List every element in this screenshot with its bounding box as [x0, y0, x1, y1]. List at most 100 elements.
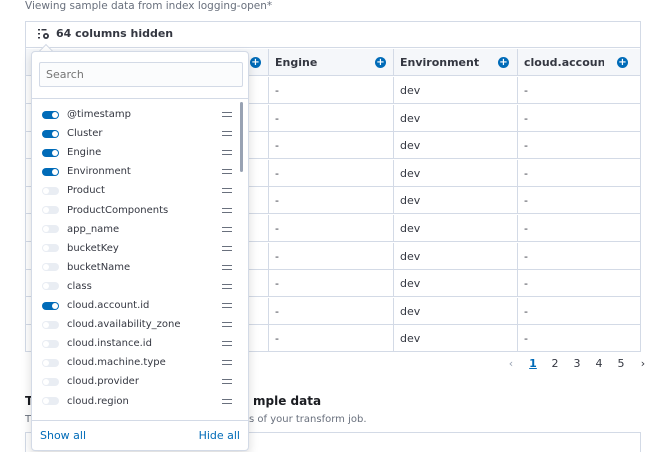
column-toggle-item[interactable]: @timestamp: [42, 105, 232, 124]
column-visibility-switch[interactable]: [42, 320, 59, 329]
table-cell[interactable]: -: [269, 242, 394, 270]
column-toggle-item[interactable]: cloud.availability_zone: [42, 315, 232, 334]
chevron-left-icon[interactable]: ‹: [500, 357, 522, 370]
table-cell[interactable]: dev: [394, 297, 518, 325]
page-link-5[interactable]: 5: [610, 357, 632, 370]
column-visibility-switch[interactable]: [42, 148, 59, 157]
column-toggle-item[interactable]: Product: [42, 181, 232, 200]
table-cell[interactable]: dev: [394, 77, 518, 104]
drag-handle-icon[interactable]: [222, 283, 232, 289]
drag-handle-icon[interactable]: [222, 303, 232, 308]
table-cell[interactable]: -: [518, 132, 640, 159]
column-visibility-switch[interactable]: [42, 301, 59, 310]
table-cell[interactable]: -: [269, 215, 394, 242]
column-toggle-item[interactable]: ProductComponents: [42, 201, 232, 220]
table-cell[interactable]: dev: [394, 270, 518, 298]
columns-selector-button[interactable]: 64 columns hidden: [38, 27, 173, 40]
column-toggle-item[interactable]: bucketName: [42, 258, 232, 277]
column-toggle-item[interactable]: cloud.region: [42, 392, 232, 411]
column-toggle-item[interactable]: cloud.instance.id: [42, 334, 232, 353]
chevron-right-icon[interactable]: ›: [632, 357, 654, 370]
column-visibility-switch[interactable]: [42, 358, 59, 367]
hide-all-button[interactable]: Hide all: [199, 429, 240, 442]
table-cell[interactable]: dev: [394, 104, 518, 132]
column-visibility-switch[interactable]: [42, 263, 59, 272]
table-cell[interactable]: dev: [394, 215, 518, 242]
table-cell[interactable]: dev: [394, 325, 518, 353]
show-all-button[interactable]: Show all: [40, 429, 86, 442]
drag-handle-icon[interactable]: [222, 245, 232, 251]
drag-handle-icon[interactable]: [222, 207, 232, 213]
drag-handle-icon[interactable]: [222, 150, 232, 156]
add-column-icon[interactable]: +: [375, 57, 386, 68]
add-column-icon[interactable]: +: [498, 57, 509, 68]
drag-handle-icon[interactable]: [222, 379, 232, 385]
column-visibility-switch[interactable]: [42, 186, 59, 195]
table-cell[interactable]: -: [269, 187, 394, 215]
drag-handle-icon[interactable]: [222, 341, 232, 347]
page-link-1[interactable]: 1: [522, 357, 544, 370]
column-toggle-item[interactable]: cloud.machine.type: [42, 353, 232, 372]
drag-handle-icon[interactable]: [222, 360, 232, 366]
column-toggle-item[interactable]: cloud.account.id: [42, 296, 232, 315]
drag-handle-icon[interactable]: [222, 398, 232, 404]
page-link-3[interactable]: 3: [566, 357, 588, 370]
table-cell[interactable]: dev: [394, 132, 518, 160]
drag-handle-icon[interactable]: [222, 188, 232, 194]
column-visibility-switch[interactable]: [42, 110, 59, 119]
column-list-scrollbar[interactable]: [240, 102, 243, 172]
add-column-icon[interactable]: +: [250, 57, 261, 68]
table-cell[interactable]: -: [518, 187, 640, 214]
table-cell[interactable]: -: [518, 160, 640, 187]
table-cell[interactable]: -: [518, 270, 640, 297]
column-toggle-item[interactable]: app_name: [42, 220, 232, 239]
table-cell[interactable]: -: [269, 159, 394, 187]
drag-handle-icon[interactable]: [222, 112, 232, 117]
table-cell[interactable]: -: [518, 243, 640, 270]
column-toggle-item[interactable]: bucketKey: [42, 239, 232, 258]
drag-handle-icon[interactable]: [222, 322, 232, 328]
column-visibility-switch[interactable]: [42, 206, 59, 214]
table-cell[interactable]: -: [269, 297, 394, 325]
column-toggle-item[interactable]: Cluster: [42, 124, 232, 143]
column-header-environment[interactable]: Environment +: [394, 49, 518, 76]
drag-handle-icon[interactable]: [222, 131, 232, 137]
table-cell[interactable]: -: [518, 77, 640, 104]
table-cell[interactable]: -: [269, 77, 394, 104]
column-toggle-item[interactable]: class: [42, 277, 232, 296]
add-column-icon[interactable]: +: [617, 57, 628, 68]
column-visibility-switch[interactable]: [42, 167, 59, 176]
column-visibility-switch[interactable]: [42, 244, 59, 253]
column-header-cloud-account[interactable]: cloud.accoun +: [518, 49, 640, 76]
table-cell[interactable]: -: [269, 325, 394, 353]
switch-knob: [43, 187, 49, 194]
column-toggle-item[interactable]: Engine: [42, 143, 232, 162]
column-toggle-label: cloud.account.id: [67, 300, 150, 311]
table-cell[interactable]: -: [269, 132, 394, 160]
column-visibility-switch[interactable]: [42, 339, 59, 348]
table-cell[interactable]: -: [518, 298, 640, 325]
column-toggle-item[interactable]: Environment: [42, 162, 232, 181]
table-cell[interactable]: -: [269, 270, 394, 298]
table-cell[interactable]: -: [518, 325, 640, 352]
column-visibility-switch[interactable]: [42, 377, 59, 386]
drag-handle-icon[interactable]: [222, 264, 232, 270]
page-link-4[interactable]: 4: [588, 357, 610, 370]
page-link-2[interactable]: 2: [544, 357, 566, 370]
column-visibility-switch[interactable]: [42, 129, 59, 138]
column-visibility-switch[interactable]: [42, 282, 59, 291]
column-visibility-switch[interactable]: [42, 397, 59, 405]
drag-handle-icon[interactable]: [222, 169, 232, 175]
table-cell[interactable]: dev: [394, 159, 518, 187]
table-cell[interactable]: -: [518, 105, 640, 132]
columns-icon: [38, 28, 50, 40]
column-visibility-switch[interactable]: [42, 225, 59, 234]
drag-handle-icon[interactable]: [222, 226, 232, 232]
table-cell[interactable]: -: [269, 104, 394, 132]
column-header-engine[interactable]: Engine +: [269, 49, 394, 76]
table-cell[interactable]: dev: [394, 187, 518, 215]
column-toggle-item[interactable]: cloud.provider: [42, 372, 232, 391]
table-cell[interactable]: dev: [394, 242, 518, 270]
column-search-input[interactable]: [39, 62, 243, 87]
table-cell[interactable]: -: [518, 215, 640, 242]
